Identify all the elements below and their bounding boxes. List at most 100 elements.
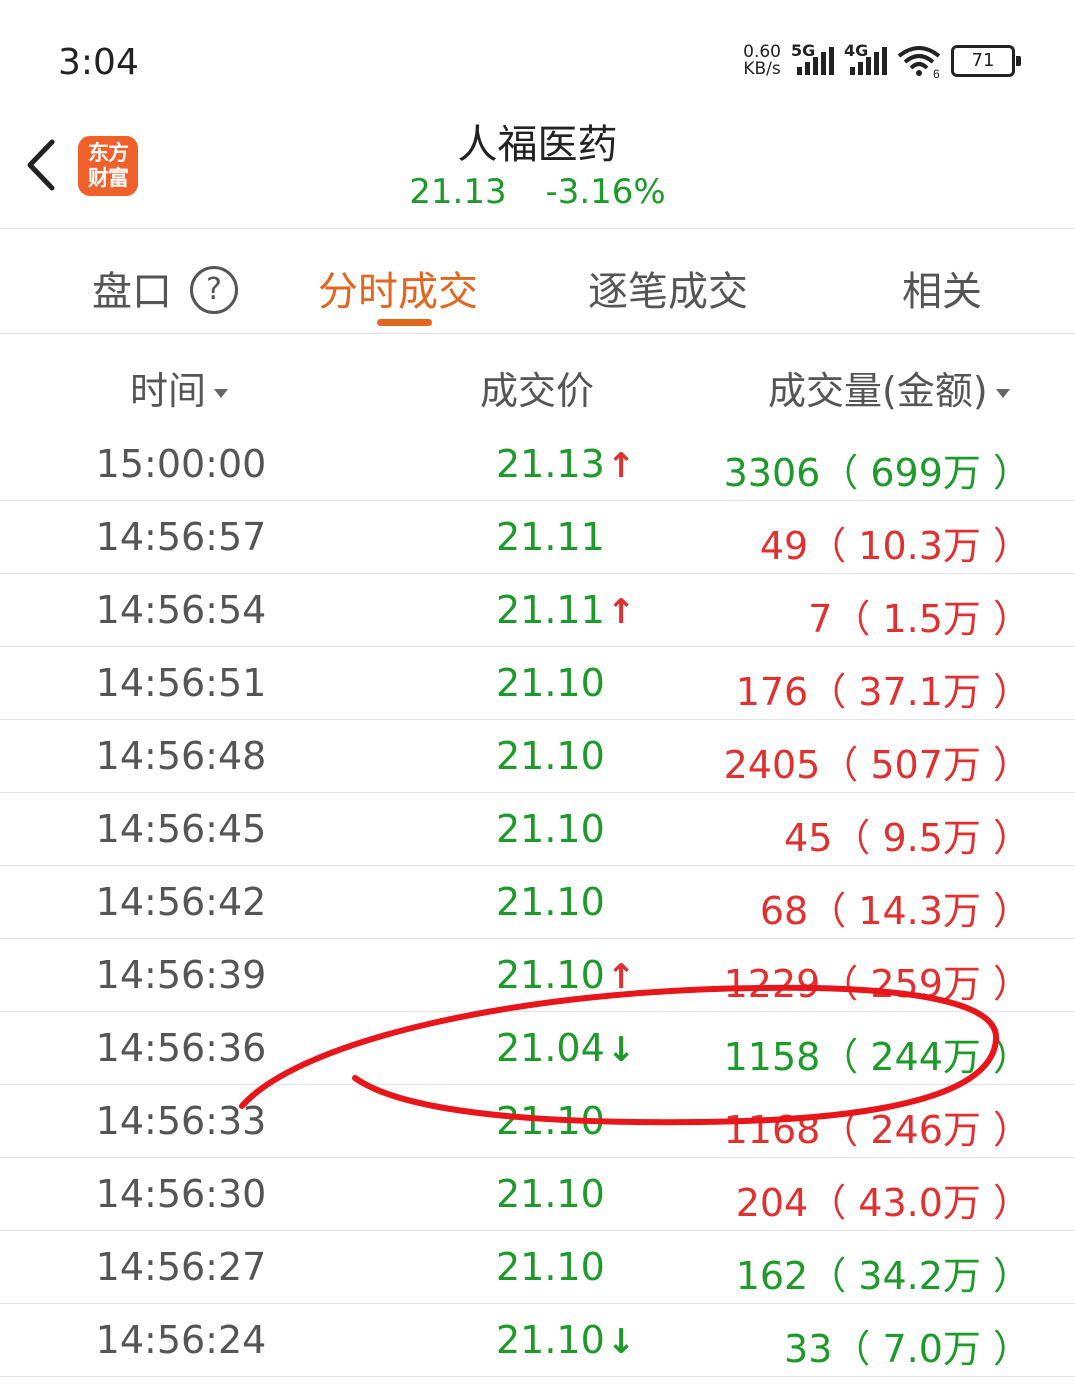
arrow-down-icon: ↓ [606, 1030, 636, 1070]
signal-5g-label: 5G [791, 41, 816, 60]
signal-4g-label: 4G [844, 41, 869, 60]
arrow-up-icon: ↑ [606, 446, 636, 486]
sort-caret-icon [214, 389, 229, 398]
trade-volume: 204（ 43.0万 ） [735, 1181, 1031, 1225]
table-row: 14:56:39 21.10↑ 1229（ 259万 ） [0, 939, 1075, 1012]
trade-price: 21.10 [496, 1245, 605, 1289]
trade-price-value: 21.10 [496, 1099, 605, 1143]
stock-price: 21.13 [409, 172, 507, 212]
trade-time: 14:56:48 [95, 734, 267, 778]
table-row: 14:56:27 21.10 162（ 34.2万 ） [0, 1231, 1075, 1304]
status-bar: 3:04 0.60 KB/s 5G 4G 6 71 [0, 0, 1075, 100]
trade-price: 21.10 [496, 1099, 605, 1143]
tab-pankou-label: 盘口 [92, 269, 172, 315]
arrow-up-icon: ↑ [606, 957, 636, 997]
battery-level: 71 [971, 50, 995, 71]
trade-time: 14:56:54 [95, 588, 267, 632]
column-header-time[interactable]: 时间 [130, 360, 229, 415]
clock: 3:04 [58, 42, 139, 83]
trade-volume: 2405（ 507万 ） [723, 743, 1031, 787]
trade-volume: 1229（ 259万 ） [723, 962, 1031, 1006]
trade-price: 21.10 [496, 880, 605, 924]
trade-price-value: 21.10 [496, 953, 605, 997]
arrow-up-icon: ↑ [606, 592, 636, 632]
trade-time: 14:56:51 [95, 661, 267, 705]
stock-change-pct: -3.16% [545, 172, 666, 212]
trade-price: 21.10↓ [496, 1318, 635, 1362]
trade-volume: 162（ 34.2万 ） [735, 1254, 1031, 1298]
trade-price-value: 21.10 [496, 734, 605, 778]
stock-header: 东方 财富 人福医药 21.13 -3.16% [0, 100, 1075, 229]
network-speed-unit: KB/s [743, 59, 781, 79]
arrow-down-icon: ↓ [606, 1322, 636, 1362]
tab-bar: 盘口? 分时成交 逐笔成交 相关 [0, 229, 1075, 334]
trade-price: 21.10 [496, 661, 605, 705]
trade-price-value: 21.04 [496, 1026, 605, 1070]
sort-caret-icon [995, 389, 1010, 398]
trade-time: 14:56:45 [95, 807, 267, 851]
network-speed: 0.60 KB/s [743, 44, 781, 78]
trade-price: 21.10 [496, 1172, 605, 1216]
help-icon[interactable]: ? [190, 266, 238, 314]
table-row: 14:56:51 21.10 176（ 37.1万 ） [0, 647, 1075, 720]
trade-volume: 45（ 9.5万 ） [784, 816, 1031, 860]
signal-5g-icon: 5G [791, 41, 834, 75]
trade-time: 14:56:24 [95, 1318, 267, 1362]
trade-volume: 49（ 10.3万 ） [759, 524, 1031, 568]
trade-price: 21.11↑ [496, 588, 635, 632]
trade-price-value: 21.10 [496, 661, 605, 705]
trade-price: 21.04↓ [496, 1026, 635, 1070]
tab-pankou[interactable]: 盘口? [92, 259, 238, 318]
trade-price-value: 21.10 [496, 807, 605, 851]
table-row: 14:56:57 21.11 49（ 10.3万 ） [0, 501, 1075, 574]
trade-price-value: 21.13 [496, 442, 605, 486]
stock-name: 人福医药 [457, 122, 618, 168]
table-row: 14:56:24 21.10↓ 33（ 7.0万 ） [0, 1304, 1075, 1377]
stock-quote: 21.13 -3.16% [0, 172, 1075, 212]
column-header-volume[interactable]: 成交量(金额) [768, 360, 1010, 415]
table-row: 14:56:30 21.10 204（ 43.0万 ） [0, 1158, 1075, 1231]
column-header-volume-label: 成交量(金额) [768, 369, 988, 413]
trade-volume: 1168（ 246万 ） [723, 1108, 1031, 1152]
trade-price: 21.11 [496, 515, 605, 559]
table-row: 14:56:48 21.10 2405（ 507万 ） [0, 720, 1075, 793]
table-row: 14:56:45 21.10 45（ 9.5万 ） [0, 793, 1075, 866]
trade-volume: 1158（ 244万 ） [723, 1035, 1031, 1079]
tab-related[interactable]: 相关 [902, 259, 982, 317]
trade-list: 15:00:00 21.13↑ 3306（ 699万 ） 14:56:57 21.11 4… [0, 428, 1075, 1377]
trade-volume: 33（ 7.0万 ） [784, 1327, 1031, 1371]
trade-time: 14:56:39 [95, 953, 267, 997]
trade-price-value: 21.10 [496, 1172, 605, 1216]
trade-price-value: 21.11 [496, 588, 605, 632]
trade-volume: 176（ 37.1万 ） [735, 670, 1031, 714]
table-row: 14:56:54 21.11↑ 7（ 1.5万 ） [0, 574, 1075, 647]
trade-time: 14:56:33 [95, 1099, 267, 1143]
status-icons: 0.60 KB/s 5G 4G 6 71 [743, 41, 1021, 78]
signal-4g-icon: 4G [844, 41, 887, 75]
wifi-badge: 6 [933, 67, 940, 78]
trade-price-value: 21.11 [496, 515, 605, 559]
trade-price: 21.10 [496, 807, 605, 851]
table-row: 14:56:36 21.04↓ 1158（ 244万 ） [0, 1012, 1075, 1085]
table-row: 14:56:42 21.10 68（ 14.3万 ） [0, 866, 1075, 939]
trade-time: 14:56:27 [95, 1245, 267, 1289]
trade-price: 21.13↑ [496, 442, 635, 486]
trade-price: 21.10↑ [496, 953, 635, 997]
column-header-price: 成交价 [480, 369, 595, 413]
tab-tick-trades[interactable]: 逐笔成交 [588, 259, 748, 317]
trade-volume: 7（ 1.5万 ） [808, 597, 1031, 641]
trade-price: 21.10 [496, 734, 605, 778]
table-row: 14:56:33 21.10 1168（ 246万 ） [0, 1085, 1075, 1158]
wifi-icon: 6 [897, 46, 941, 78]
active-tab-indicator [377, 319, 432, 326]
trade-price-value: 21.10 [496, 1318, 605, 1362]
column-header-time-label: 时间 [130, 369, 207, 413]
trade-time: 15:00:00 [95, 442, 267, 486]
trade-price-value: 21.10 [496, 1245, 605, 1289]
trade-time: 14:56:36 [95, 1026, 267, 1070]
battery-icon: 71 [951, 45, 1021, 77]
trade-time: 14:56:30 [95, 1172, 267, 1216]
trade-price-value: 21.10 [496, 880, 605, 924]
tab-time-trades[interactable]: 分时成交 [318, 259, 478, 317]
table-row: 15:00:00 21.13↑ 3306（ 699万 ） [0, 428, 1075, 501]
